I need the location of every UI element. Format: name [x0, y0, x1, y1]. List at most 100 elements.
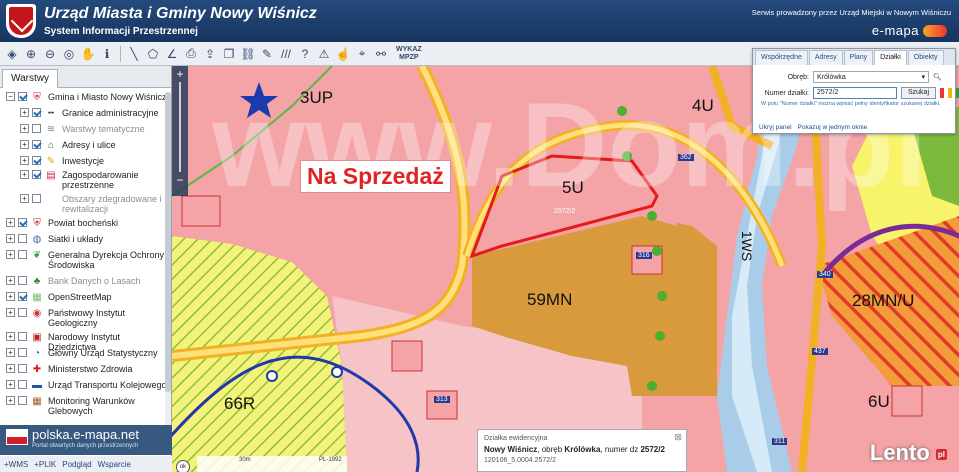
warning-icon[interactable]: ⚠: [316, 46, 332, 62]
tab-wspolrzedne[interactable]: Współrzędne: [755, 50, 808, 65]
measure-area-icon[interactable]: ⬠: [145, 46, 161, 62]
layer-row[interactable]: + ❦ Generalna Dyrekcja Ochrony Środowiska: [6, 250, 166, 270]
share-icon[interactable]: ⚯: [373, 46, 389, 62]
expand-toggle-icon[interactable]: +: [20, 170, 29, 179]
layer-checkbox[interactable]: [18, 364, 27, 373]
help-icon[interactable]: ?: [297, 46, 313, 62]
layer-checkbox[interactable]: [32, 170, 41, 179]
zoom-in-icon[interactable]: ⊕: [23, 46, 39, 62]
expand-toggle-icon[interactable]: +: [6, 348, 15, 357]
copy-icon[interactable]: ❐: [221, 46, 237, 62]
expand-toggle-icon[interactable]: +: [20, 194, 29, 203]
tab-adresy[interactable]: Adresy: [808, 50, 843, 65]
emapa-logo[interactable]: e-mapa: [872, 23, 947, 38]
footer-link-wms[interactable]: +WMS: [4, 460, 28, 469]
layer-row[interactable]: + ⌂ Adresy i ulice: [20, 140, 166, 152]
hand-pointer-icon[interactable]: ☝: [335, 46, 351, 62]
layer-row[interactable]: + Obszary zdegradowane i rewitalizacji: [20, 194, 166, 214]
layer-row[interactable]: + ◔ Główny Urząd Statystyczny: [6, 348, 166, 360]
tab-warstwy[interactable]: Warstwy: [2, 69, 58, 88]
layer-checkbox[interactable]: [32, 156, 41, 165]
layer-row[interactable]: + ✎ Inwestycje: [20, 156, 166, 168]
layer-row[interactable]: + ◉ Państwowy Instytut Geologiczny: [6, 308, 166, 328]
obreb-select[interactable]: Królówka ▾: [813, 71, 929, 83]
single-window-link[interactable]: Pokazuj w jednym oknie: [798, 124, 868, 131]
layer-checkbox[interactable]: [32, 108, 41, 117]
search-button[interactable]: Szukaj: [901, 87, 937, 99]
footer-link-plik[interactable]: +PLIK: [34, 460, 56, 469]
expand-toggle-icon[interactable]: +: [6, 332, 15, 341]
tab-plany[interactable]: Plany: [843, 50, 874, 65]
layer-checkbox[interactable]: [18, 380, 27, 389]
layer-row[interactable]: + ◍ Siatki i układy: [6, 234, 166, 246]
measure-line-icon[interactable]: ╲: [126, 46, 142, 62]
draw-icon[interactable]: ✎: [259, 46, 275, 62]
zoom-plus-icon[interactable]: +: [172, 66, 188, 82]
promo-banner[interactable]: polska.e-mapa.net Portal otwartych danyc…: [0, 425, 172, 455]
wykaz-mpzp-button[interactable]: WYKAZ MPZP: [396, 46, 422, 62]
layers-toggle-icon[interactable]: ◈: [4, 46, 20, 62]
layer-row[interactable]: + ♣ Bank Danych o Lasach: [6, 276, 166, 288]
layer-row[interactable]: + ▤ Zagospodarowanie przestrzenne: [20, 170, 166, 190]
layer-row[interactable]: − ⛨ Gmina i Miasto Nowy Wiśnicz: [6, 92, 166, 104]
layer-checkbox[interactable]: [18, 250, 27, 259]
hide-panel-link[interactable]: Ukryj panel: [759, 124, 792, 131]
expand-toggle-icon[interactable]: +: [20, 124, 29, 133]
expand-toggle-icon[interactable]: +: [6, 364, 15, 373]
layer-checkbox[interactable]: [18, 396, 27, 405]
measure-angle-icon[interactable]: ∠: [164, 46, 180, 62]
expand-toggle-icon[interactable]: +: [6, 308, 15, 317]
tab-obiekty[interactable]: Obiekty: [907, 50, 944, 65]
expand-toggle-icon[interactable]: +: [20, 140, 29, 149]
expand-toggle-icon[interactable]: +: [20, 108, 29, 117]
layer-row[interactable]: + ▦ OpenStreetMap: [6, 292, 166, 304]
close-icon[interactable]: ⊠: [674, 432, 682, 443]
parcel-number-input[interactable]: 2572/2: [813, 87, 897, 99]
expand-toggle-icon[interactable]: +: [6, 396, 15, 405]
expand-toggle-icon[interactable]: +: [6, 292, 15, 301]
layer-checkbox[interactable]: [18, 218, 27, 227]
footer-link-podglad[interactable]: Podgląd: [62, 460, 91, 469]
layer-row[interactable]: + ▦ Monitoring Warunków Glebowych: [6, 396, 166, 416]
zoom-extent-icon[interactable]: ◎: [61, 46, 77, 62]
layer-tree-scrollbar[interactable]: [165, 92, 171, 452]
layer-row[interactable]: + ▬ Urząd Transportu Kolejowego: [6, 380, 166, 392]
expand-toggle-icon[interactable]: +: [6, 250, 15, 259]
export-icon[interactable]: ⇪: [202, 46, 218, 62]
layer-checkbox[interactable]: [18, 348, 27, 357]
layer-checkbox[interactable]: [18, 92, 27, 101]
layer-checkbox[interactable]: [18, 234, 27, 243]
layer-row[interactable]: + ⛨ Powiat bocheński: [6, 218, 166, 230]
tab-dzialki[interactable]: Działki: [874, 50, 907, 65]
color-yellow-swatch[interactable]: [948, 88, 953, 98]
layer-checkbox[interactable]: [32, 140, 41, 149]
layer-checkbox[interactable]: [32, 124, 41, 133]
expand-toggle-icon[interactable]: +: [20, 156, 29, 165]
link-icon[interactable]: ⛓: [240, 46, 256, 62]
expand-toggle-icon[interactable]: +: [6, 380, 15, 389]
layer-checkbox[interactable]: [18, 276, 27, 285]
color-red-swatch[interactable]: [940, 88, 945, 98]
layer-checkbox[interactable]: [18, 292, 27, 301]
pin-icon[interactable]: ⌖: [354, 46, 370, 62]
pan-hand-icon[interactable]: ✋: [80, 46, 96, 62]
expand-toggle-icon[interactable]: +: [6, 234, 15, 243]
layer-checkbox[interactable]: [18, 332, 27, 341]
hatch-icon[interactable]: ///: [278, 46, 294, 62]
identify-icon[interactable]: ℹ: [99, 46, 115, 62]
print-icon[interactable]: ⎙: [183, 46, 199, 62]
zoom-track[interactable]: [179, 82, 181, 172]
expand-toggle-icon[interactable]: +: [6, 276, 15, 285]
ok-button[interactable]: ok: [176, 460, 190, 472]
zoom-minus-icon[interactable]: −: [172, 172, 188, 188]
zoom-slider[interactable]: + −: [172, 66, 188, 196]
layer-checkbox[interactable]: [18, 308, 27, 317]
layer-row[interactable]: + ✚ Ministerstwo Zdrowia: [6, 364, 166, 376]
footer-link-wsparcie[interactable]: Wsparcie: [98, 460, 131, 469]
expand-toggle-icon[interactable]: +: [6, 218, 15, 227]
layer-row[interactable]: + ≋ Warstwy tematyczne: [20, 124, 166, 136]
expand-toggle-icon[interactable]: −: [6, 92, 15, 101]
zoom-out-icon[interactable]: ⊖: [42, 46, 58, 62]
layer-row[interactable]: + ╍ Granice administracyjne: [20, 108, 166, 120]
scrollbar-thumb[interactable]: [165, 92, 171, 392]
